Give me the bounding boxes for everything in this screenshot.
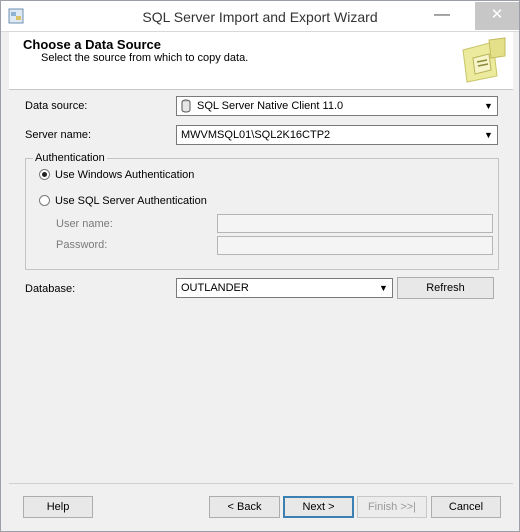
- next-button[interactable]: Next >: [283, 496, 354, 518]
- sql-auth-radio[interactable]: [39, 195, 50, 206]
- footer-divider: [9, 483, 513, 484]
- database-value: OUTLANDER: [181, 282, 249, 294]
- authentication-group-label: Authentication: [33, 152, 107, 164]
- wizard-header: Choose a Data Source Select the source f…: [9, 32, 513, 90]
- database-provider-icon: [181, 99, 191, 116]
- server-name-value: MWVMSQL01\SQL2K16CTP2: [181, 129, 331, 141]
- password-field[interactable]: [217, 236, 493, 255]
- server-name-combobox[interactable]: MWVMSQL01\SQL2K16CTP2 ▼: [176, 125, 498, 145]
- database-label: Database:: [25, 283, 76, 295]
- title-bar[interactable]: SQL Server Import and Export Wizard — ✕: [1, 1, 519, 32]
- sql-auth-label[interactable]: Use SQL Server Authentication: [55, 195, 207, 207]
- chevron-down-icon[interactable]: ▼: [481, 127, 496, 143]
- user-name-label: User name:: [56, 218, 113, 230]
- windows-auth-label[interactable]: Use Windows Authentication: [55, 169, 194, 181]
- help-button[interactable]: Help: [23, 496, 93, 518]
- chevron-down-icon[interactable]: ▼: [376, 280, 391, 296]
- wizard-window: SQL Server Import and Export Wizard — ✕ …: [0, 0, 520, 532]
- page-subtitle: Select the source from which to copy dat…: [41, 52, 249, 64]
- finish-button[interactable]: Finish >>|: [357, 496, 427, 518]
- refresh-button[interactable]: Refresh: [397, 277, 494, 299]
- minimize-button[interactable]: —: [423, 2, 461, 30]
- page-title: Choose a Data Source: [23, 37, 161, 52]
- server-name-label: Server name:: [25, 129, 92, 141]
- cancel-button[interactable]: Cancel: [431, 496, 501, 518]
- database-combobox[interactable]: OUTLANDER ▼: [176, 278, 393, 298]
- windows-auth-radio[interactable]: [39, 169, 50, 180]
- data-source-label: Data source:: [25, 100, 88, 112]
- back-button[interactable]: < Back: [209, 496, 280, 518]
- wizard-header-icon: [459, 36, 507, 86]
- close-button[interactable]: ✕: [475, 2, 519, 30]
- chevron-down-icon[interactable]: ▼: [481, 98, 496, 114]
- password-label: Password:: [56, 239, 108, 251]
- data-source-value: SQL Server Native Client 11.0: [197, 100, 344, 112]
- data-source-select[interactable]: SQL Server Native Client 11.0 ▼: [176, 96, 498, 116]
- user-name-field[interactable]: [217, 214, 493, 233]
